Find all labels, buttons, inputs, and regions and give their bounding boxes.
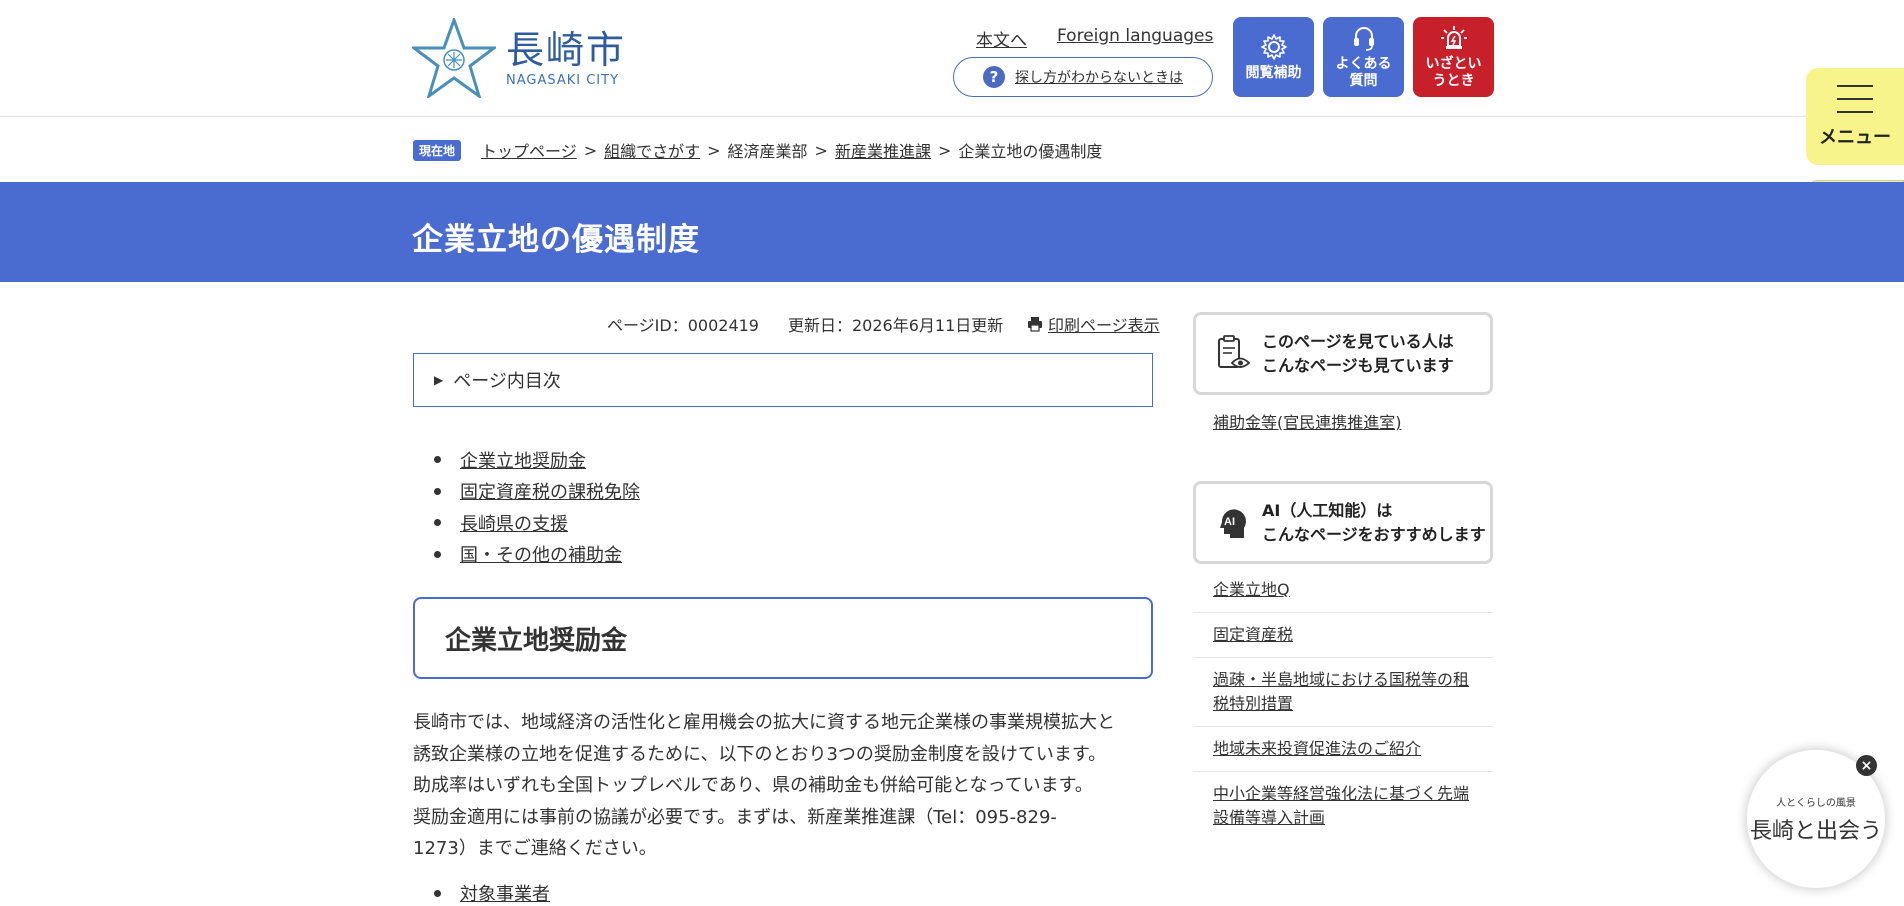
list-item: 企業立地奨励金	[434, 444, 640, 476]
faq-label: よくある質問	[1335, 56, 1392, 89]
related-link-item: 補助金等(官民連携推進室)	[1213, 411, 1402, 435]
ai-recommend-list: 企業立地Q 固定資産税 過疎・半島地域における国税等の租税特別措置 地域未来投資…	[1193, 572, 1493, 840]
eligible-businesses-link[interactable]: 対象事業者	[460, 880, 550, 906]
ai-badge-text: AI	[1224, 516, 1235, 528]
list-item: 過疎・半島地域における国税等の租税特別措置	[1193, 658, 1493, 727]
subsidy-link[interactable]: 補助金等(官民連携推進室)	[1213, 413, 1402, 432]
ai-box-line2: こんなページをおすすめします	[1262, 524, 1486, 544]
breadcrumb-economy-dept: 経済産業部	[727, 142, 808, 161]
close-icon[interactable]: ×	[1856, 755, 1877, 776]
related-box-line1: このページを見ている人は	[1262, 331, 1454, 351]
site-header: 長崎市 NAGASAKI CITY 本文へ Foreign languages …	[0, 0, 1904, 117]
breadcrumb-organization[interactable]: 組織でさがす	[604, 138, 700, 162]
recommend-link[interactable]: 地域未来投資促進法のご紹介	[1213, 739, 1421, 758]
list-item: 長崎県の支援	[434, 507, 640, 539]
breadcrumb-top[interactable]: トップページ	[481, 138, 577, 162]
find-help-label: 探し方がわからないときは	[1015, 70, 1183, 86]
header-links: 本文へ Foreign languages	[976, 26, 1213, 51]
list-item: 固定資産税	[1193, 613, 1493, 658]
ai-head-icon: AI	[1220, 508, 1246, 538]
page-title: 企業立地の優遇制度	[412, 222, 700, 258]
banner-title: 長崎と出会う	[1749, 818, 1882, 844]
list-item: 国・その他の補助金	[434, 539, 640, 571]
updated-date: 更新日：2026年6月11日更新	[788, 316, 1004, 335]
nagasaki-star-logo-icon	[412, 18, 496, 98]
question-icon: ?	[983, 66, 1005, 88]
related-pages-box: このページを見ている人は こんなページも見ています	[1193, 312, 1493, 395]
emergency-button[interactable]: いざというとき	[1413, 17, 1494, 97]
printer-icon	[1028, 317, 1042, 332]
breadcrumb-separator: >	[583, 140, 598, 160]
body-line: 助成率はいずれも全国トップレベルであり、県の補助金も併給可能となっています。	[413, 775, 1093, 796]
page-toc-toggle[interactable]: ▶ ページ内目次	[413, 353, 1153, 407]
anchor-link[interactable]: 国・その他の補助金	[460, 541, 622, 567]
headset-icon	[1353, 27, 1374, 51]
related-box-line2: こんなページも見ています	[1262, 355, 1454, 375]
breadcrumb-new-industry[interactable]: 新産業推進課	[835, 138, 931, 162]
current-location-badge: 現在地	[413, 139, 462, 161]
find-help-button[interactable]: ? 探し方がわからないときは	[953, 57, 1213, 97]
siren-icon	[1440, 26, 1467, 49]
list-item: 固定資産税の課税免除	[434, 476, 640, 508]
recommend-link[interactable]: 過疎・半島地域における国税等の租税特別措置	[1213, 670, 1469, 713]
body-line: 1273）までご連絡ください。	[413, 838, 657, 859]
list-item: 地域未来投資促進法のご紹介	[1193, 727, 1493, 772]
recommend-link[interactable]: 固定資産税	[1213, 625, 1293, 644]
print-label: 印刷ページ表示	[1048, 316, 1160, 335]
breadcrumb-current: 企業立地の優遇制度	[958, 142, 1103, 161]
anchor-list: 企業立地奨励金 固定資産税の課税免除 長崎県の支援 国・その他の補助金	[434, 444, 640, 570]
body-line: 長崎市では、地域経済の活性化と雇用機会の拡大に資する地元企業様の事業規模拡大と	[413, 712, 1115, 733]
print-link[interactable]: 印刷ページ表示	[1027, 312, 1160, 336]
recommend-link[interactable]: 企業立地Q	[1213, 580, 1290, 599]
body-line: 奨励金適用には事前の協議が必要です。まずは、新産業推進課（Tel：095-829…	[413, 806, 1057, 828]
logo-english: NAGASAKI CITY	[506, 72, 620, 88]
skip-to-main-link[interactable]: 本文へ	[976, 26, 1027, 51]
ai-recommend-box: AI AI（人工知能）は こんなページをおすすめします	[1193, 481, 1493, 564]
accessibility-button[interactable]: 閲覧補助	[1233, 17, 1314, 97]
list-item: 中小企業等経営強化法に基づく先端設備等導入計画	[1193, 772, 1493, 840]
recommend-link[interactable]: 中小企業等経営強化法に基づく先端設備等導入計画	[1213, 784, 1469, 827]
body-line: 誘致企業様の立地を促進するために、以下のとおり3つの奨励金制度を設けています。	[413, 743, 1107, 765]
banner-tagline: 人とくらしの風景	[1776, 797, 1856, 809]
ai-box-line1: AI（人工知能）は	[1262, 500, 1393, 520]
breadcrumb-separator: >	[814, 140, 828, 160]
emergency-label: いざというとき	[1425, 56, 1482, 89]
breadcrumb-separator: >	[937, 140, 952, 160]
anchor-link[interactable]: 長崎県の支援	[460, 510, 568, 536]
body-list: 対象事業者	[434, 880, 550, 906]
menu-label: メニュー	[1819, 126, 1891, 148]
logo-japanese: 長崎市	[506, 27, 627, 72]
list-item: 対象事業者	[434, 880, 550, 906]
breadcrumb: 現在地 トップページ > 組織でさがす > 経済産業部 > 新産業推進課 > 企…	[413, 138, 1102, 162]
body-paragraph: 長崎市では、地域経済の活性化と雇用機会の拡大に資する地元企業様の事業規模拡大と …	[413, 707, 1158, 865]
breadcrumb-separator: >	[707, 140, 721, 160]
triangle-right-icon: ▶	[434, 373, 444, 387]
title-banner: 企業立地の優遇制度	[0, 182, 1904, 282]
section-heading: 企業立地奨励金	[413, 597, 1153, 679]
menu-tab[interactable]: メニュー	[1806, 68, 1904, 165]
list-item: 企業立地Q	[1193, 572, 1493, 613]
faq-button[interactable]: よくある質問	[1323, 17, 1404, 97]
foreign-languages-link[interactable]: Foreign languages	[1057, 26, 1213, 51]
gear-icon	[1260, 33, 1287, 60]
anchor-link[interactable]: 企業立地奨励金	[460, 447, 586, 473]
hamburger-icon	[1837, 84, 1873, 113]
accessibility-label: 閲覧補助	[1245, 64, 1302, 81]
toc-label: ページ内目次	[453, 371, 561, 392]
anchor-link[interactable]: 固定資産税の課税免除	[460, 478, 640, 504]
document-eye-icon	[1218, 334, 1251, 368]
site-logo[interactable]: 長崎市 NAGASAKI CITY	[412, 18, 626, 98]
page-id: ページID：0002419	[607, 316, 759, 335]
